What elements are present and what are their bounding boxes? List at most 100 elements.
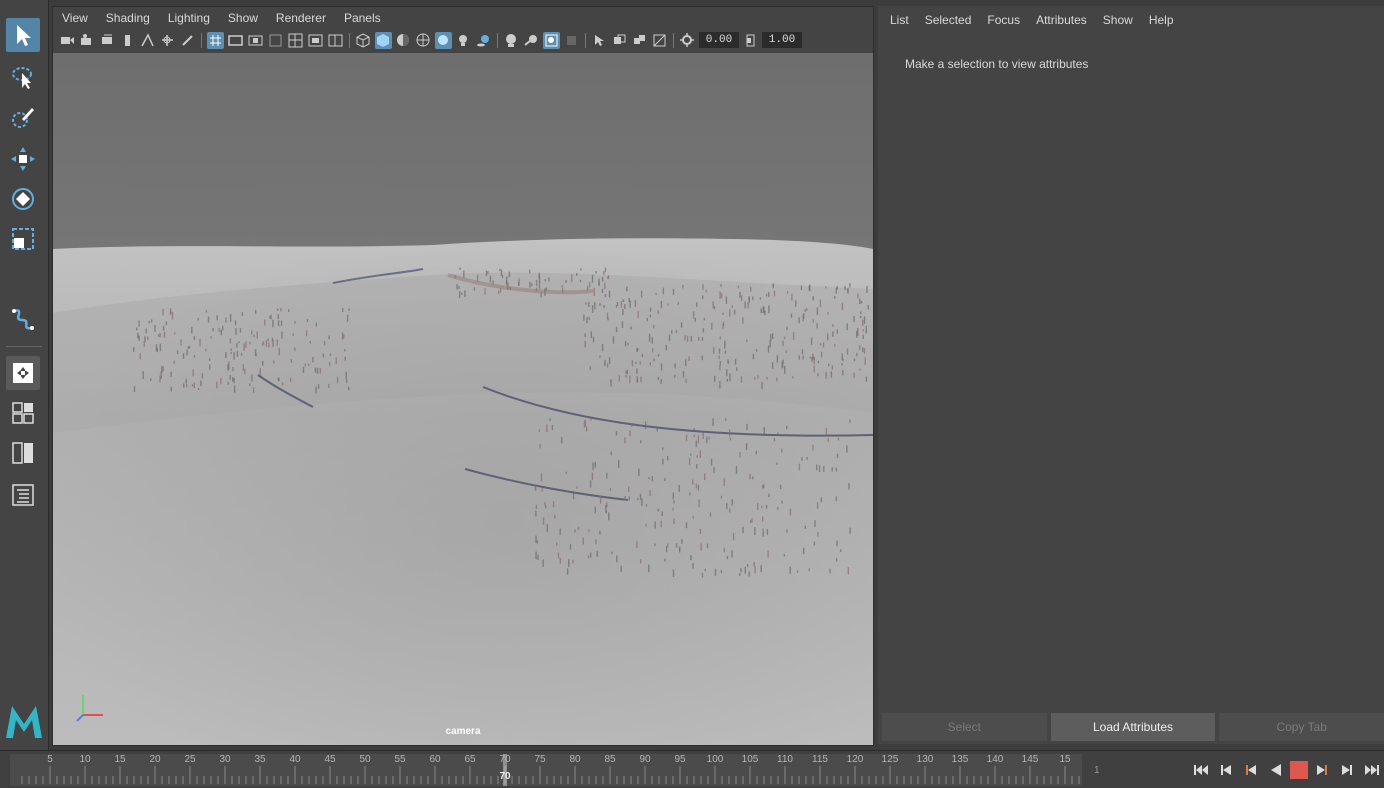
lasso-tool-button[interactable] [6, 60, 40, 94]
particle [681, 539, 683, 544]
xray-icon[interactable] [611, 32, 628, 49]
select-button[interactable]: Select [882, 713, 1047, 741]
xray-joints-icon[interactable] [651, 32, 668, 49]
particle [569, 544, 572, 550]
particle [723, 478, 725, 486]
particle [159, 375, 161, 383]
menu-attributes[interactable]: Attributes [1028, 13, 1095, 27]
paint-select-tool-button[interactable] [6, 100, 40, 134]
current-frame-indicator[interactable]: 70 [499, 771, 510, 782]
exposure-icon[interactable] [679, 32, 696, 49]
screen-space-ao-icon[interactable] [503, 32, 520, 49]
move-tool-button[interactable] [6, 142, 40, 176]
menu-list[interactable]: List [882, 13, 917, 27]
grid-toggle-icon[interactable] [207, 31, 224, 49]
menu-renderer[interactable]: Renderer [267, 11, 335, 25]
grease-pencil-icon[interactable] [139, 32, 156, 49]
view-axis-gizmo [73, 689, 109, 725]
particle [835, 557, 838, 562]
particle [535, 510, 537, 517]
time-slider[interactable]: 5 10 15 20 25 30 35 40 45 50 55 60 65 70 75 80 85 90 95 100… [10, 754, 1082, 786]
exposure-field[interactable]: 0.00 [699, 32, 739, 48]
go-to-start-button[interactable] [1190, 759, 1212, 781]
rotate-tool-button[interactable] [6, 182, 40, 216]
particle [795, 300, 797, 307]
shadows-icon[interactable] [475, 32, 492, 49]
light-bulb-icon[interactable] [455, 32, 472, 49]
image-plane-icon[interactable] [119, 32, 136, 49]
time-tick-label: 80 [569, 754, 581, 765]
load-attributes-button[interactable]: Load Attributes [1050, 713, 1216, 741]
depth-of-field-icon[interactable] [563, 32, 580, 49]
particle [587, 555, 590, 559]
menu-shading[interactable]: Shading [97, 11, 159, 25]
single-pane-layout-button[interactable] [6, 356, 40, 390]
particle [518, 278, 520, 286]
multisample-aa-icon[interactable] [543, 31, 560, 49]
camera-attributes-icon[interactable] [79, 32, 96, 49]
isolate-select-icon[interactable] [591, 32, 608, 49]
range-start-field[interactable]: 1 [1094, 765, 1100, 776]
particle [634, 300, 637, 307]
particle [608, 290, 611, 298]
particle [251, 374, 253, 382]
wireframe-icon[interactable] [355, 32, 372, 49]
textured-icon[interactable] [415, 32, 432, 49]
play-backwards-button[interactable] [1265, 759, 1287, 781]
particle [798, 317, 800, 324]
particle [162, 365, 164, 372]
outliner-button[interactable] [6, 478, 40, 512]
menu-show[interactable]: Show [219, 11, 267, 25]
menu-lighting[interactable]: Lighting [159, 11, 219, 25]
step-forward-frame-button[interactable] [1336, 759, 1358, 781]
step-forward-key-button[interactable] [1311, 759, 1333, 781]
gamma-field[interactable]: 1.00 [762, 32, 802, 48]
3d-viewport[interactable]: camera [53, 53, 873, 745]
two-pane-layout-button[interactable] [6, 436, 40, 470]
default-material-icon[interactable] [395, 32, 412, 49]
particle [763, 306, 765, 313]
menu-help[interactable]: Help [1141, 13, 1182, 27]
time-tick-label: 35 [254, 754, 266, 765]
particle [742, 526, 744, 534]
grid-icon[interactable] [159, 32, 176, 49]
particle [800, 285, 803, 290]
particle [591, 274, 594, 283]
gate-mask-icon[interactable] [247, 32, 264, 49]
resolution-gate-icon[interactable] [227, 32, 244, 49]
use-all-lights-icon[interactable] [435, 31, 452, 49]
gamma-icon[interactable] [742, 32, 759, 49]
smooth-shade-icon[interactable] [375, 31, 392, 49]
menu-focus[interactable]: Focus [979, 13, 1028, 27]
scale-tool-button[interactable] [6, 222, 40, 256]
film-origin-icon[interactable] [327, 32, 344, 49]
go-to-end-button[interactable] [1361, 759, 1383, 781]
motion-blur-icon[interactable] [523, 32, 540, 49]
particle [262, 360, 264, 366]
step-back-frame-button[interactable] [1215, 759, 1237, 781]
step-back-key-button[interactable] [1240, 759, 1262, 781]
particle [769, 340, 771, 348]
menu-panels[interactable]: Panels [335, 11, 390, 25]
bookmarks-icon[interactable] [99, 32, 116, 49]
safe-title-icon[interactable] [307, 32, 324, 49]
particle [849, 527, 851, 534]
menu-show[interactable]: Show [1095, 13, 1141, 27]
stop-button[interactable] [1290, 761, 1308, 779]
xray-active-components-icon[interactable] [631, 32, 648, 49]
field-chart-icon[interactable] [267, 32, 284, 49]
four-pane-layout-button[interactable] [6, 396, 40, 430]
particle [812, 444, 814, 451]
menu-selected[interactable]: Selected [917, 13, 980, 27]
curve-tool-button[interactable] [6, 302, 40, 336]
safe-action-icon[interactable] [287, 32, 304, 49]
particle [289, 377, 292, 382]
particle [864, 357, 866, 366]
film-gate-icon[interactable] [179, 32, 196, 49]
menu-view[interactable]: View [53, 11, 97, 25]
particle [725, 296, 728, 304]
copy-tab-button[interactable]: Copy Tab [1219, 713, 1384, 741]
select-camera-icon[interactable] [59, 32, 76, 49]
particle [786, 529, 788, 533]
select-tool-button[interactable] [6, 18, 40, 52]
